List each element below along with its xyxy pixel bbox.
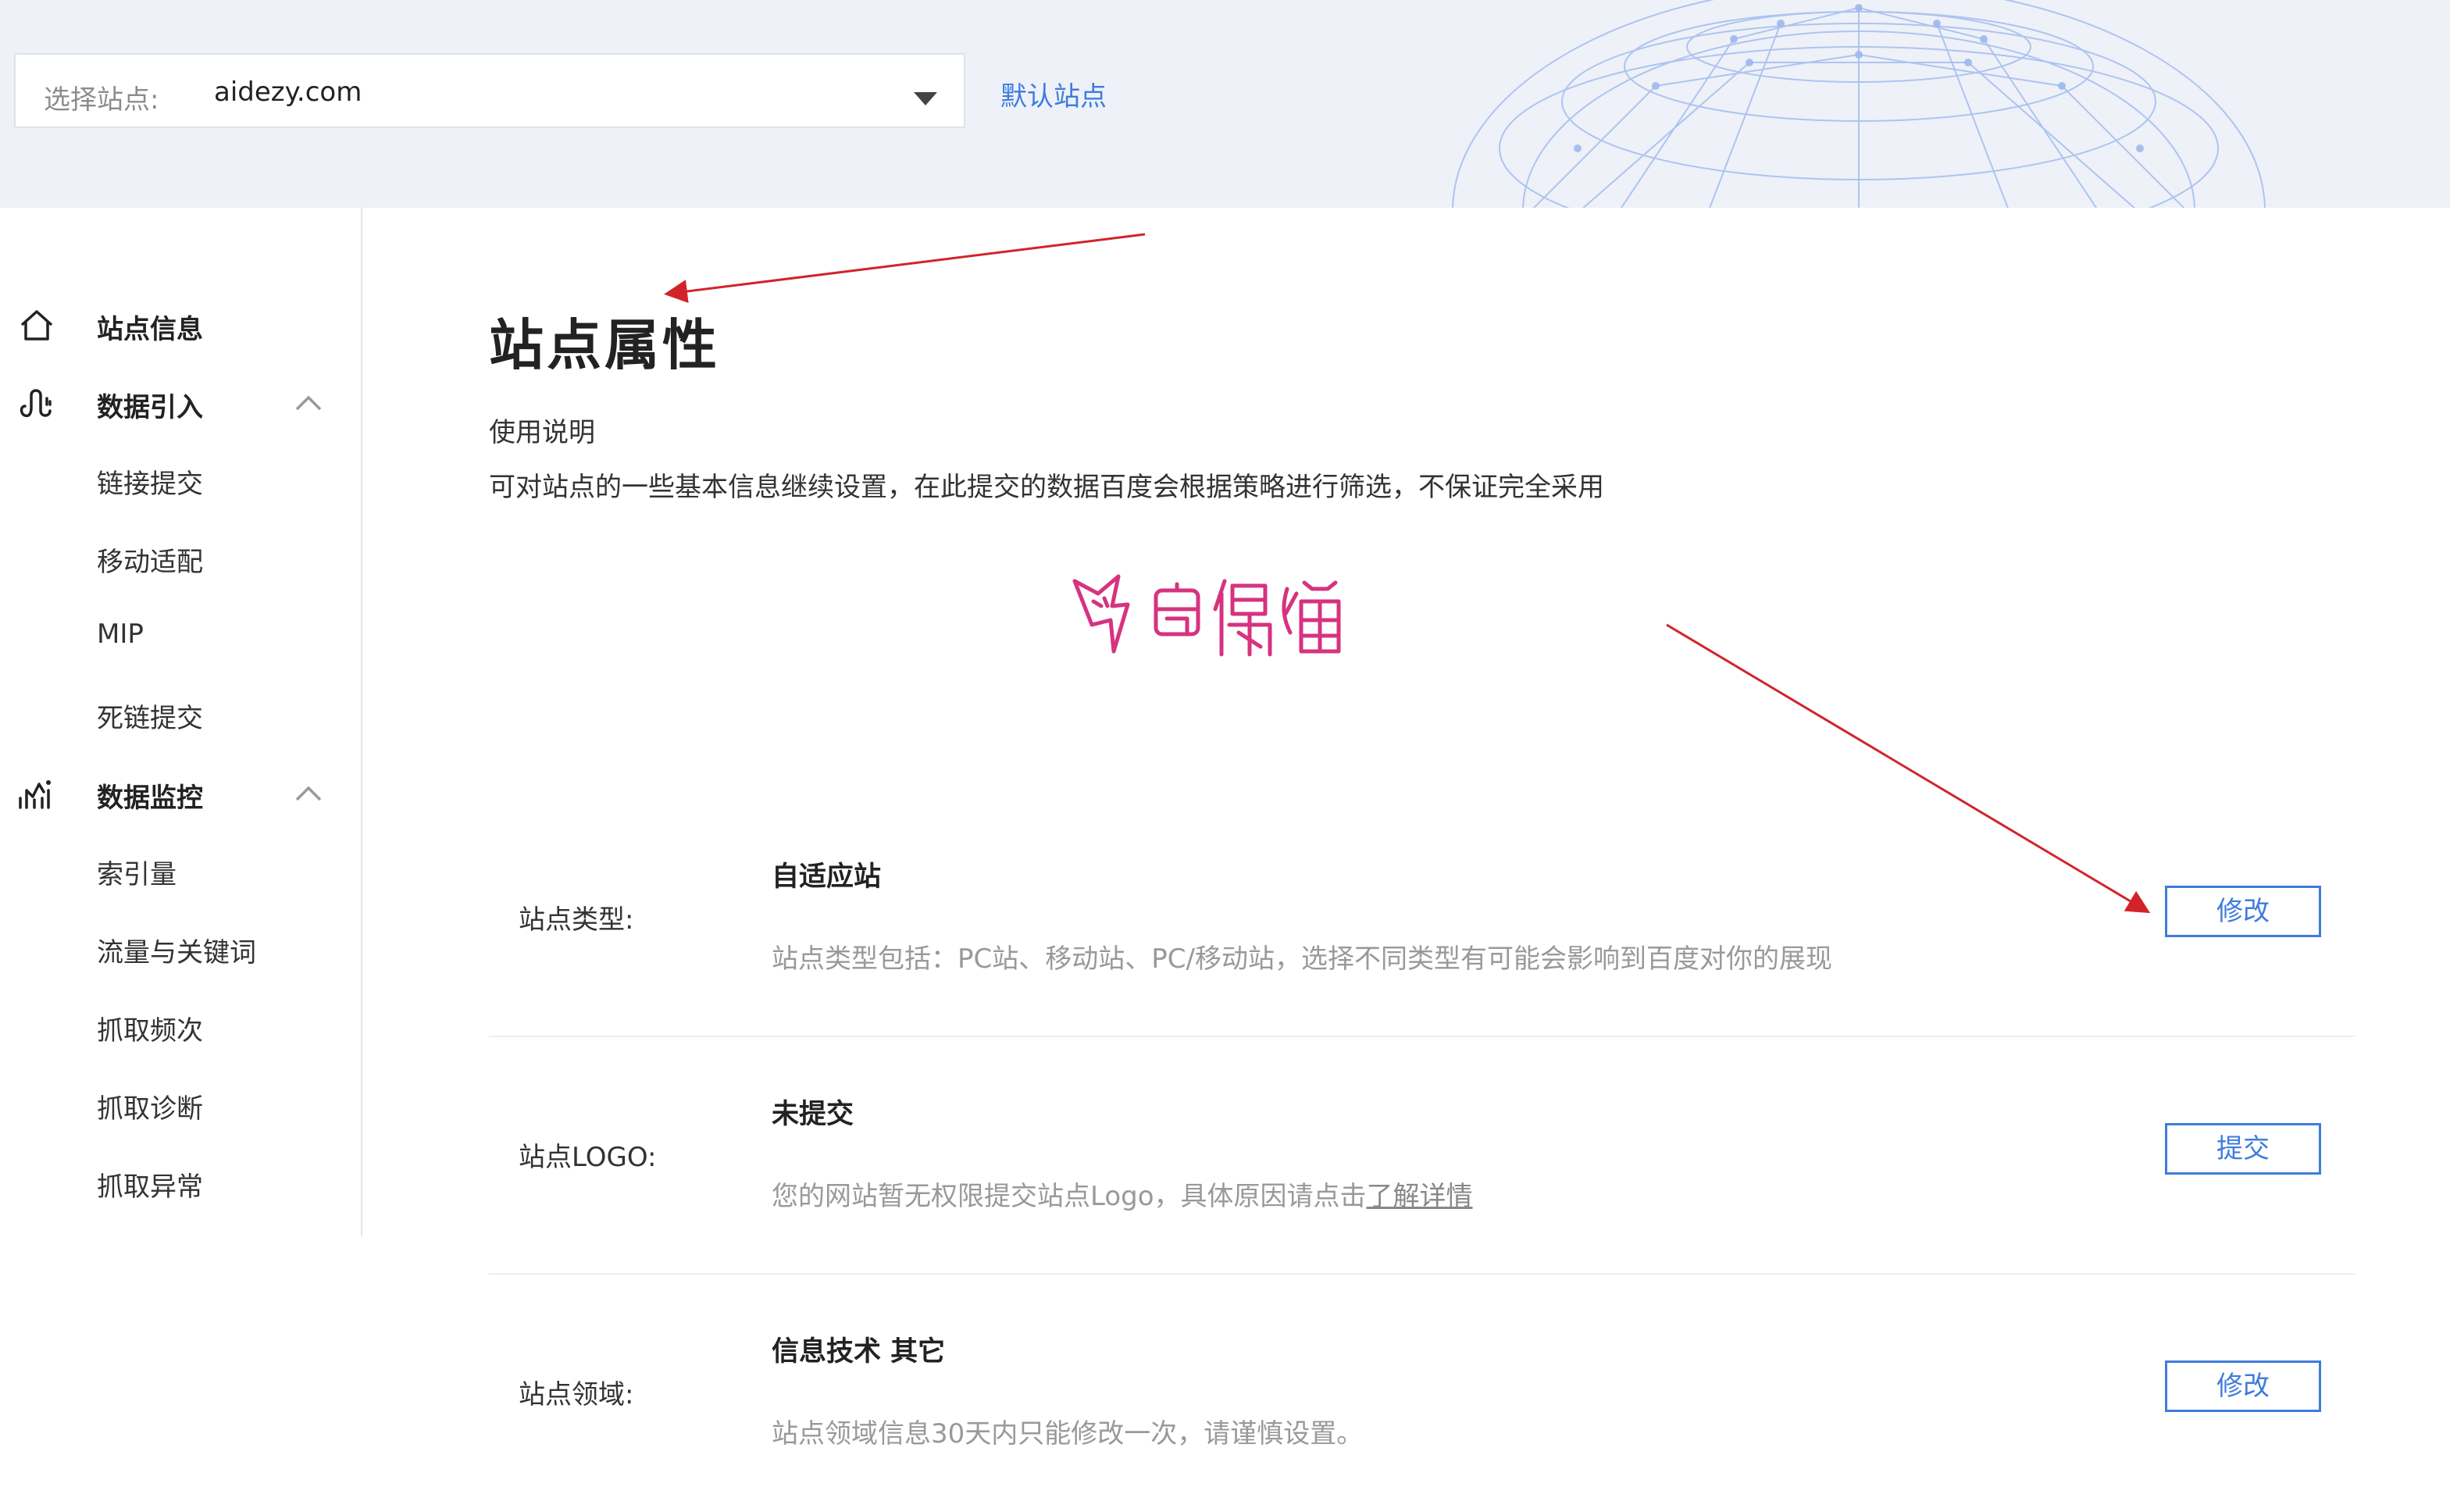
sidebar-group-label: 数据监控 (97, 783, 203, 814)
property-row-site-domain: 站点领域: 信息技术 其它 站点领域信息30天内只能修改一次，请谨慎设置。 修改 (489, 1275, 2355, 1512)
property-description: 您的网站暂无权限提交站点Logo，具体原因请点击了解详情 (772, 1175, 1473, 1213)
property-value: 自适应站 (772, 861, 882, 893)
modify-site-domain-button[interactable]: 修改 (2165, 1360, 2321, 1412)
sidebar-item-crawl-diagnosis[interactable]: 抓取诊断 (97, 1087, 203, 1125)
caret-down-icon[interactable] (914, 92, 937, 105)
sidebar-item-link-submit[interactable]: 链接提交 (97, 462, 203, 501)
sidebar-item-mip[interactable]: MIP (97, 619, 144, 650)
property-row-site-logo: 站点LOGO: 未提交 您的网站暂无权限提交站点Logo，具体原因请点击了解详情… (489, 1037, 2355, 1275)
property-label: 站点领域: (519, 1379, 634, 1410)
globe-decoration (1452, 0, 2266, 208)
learn-more-link[interactable]: 了解详情 (1367, 1181, 1473, 1212)
page-title: 站点属性 (489, 313, 720, 377)
main-content: 站点属性 使用说明 可对站点的一些基本信息继续设置，在此提交的数据百度会根据策略… (364, 208, 2450, 1450)
sidebar-item-crawl-frequency[interactable]: 抓取频次 (97, 1009, 203, 1047)
top-banner: 选择站点: aidezy.com 默认站点 (0, 0, 2450, 208)
modify-site-type-button[interactable]: 修改 (2165, 886, 2321, 937)
chart-icon (19, 780, 51, 809)
site-select-dropdown[interactable]: 选择站点: aidezy.com (14, 53, 965, 128)
property-label: 站点LOGO: (519, 1142, 657, 1173)
chevron-up-icon[interactable] (294, 781, 323, 804)
site-select-label: 选择站点: (44, 84, 159, 116)
sidebar-group-data-import[interactable]: 数据引入 (0, 378, 362, 425)
chevron-up-icon[interactable] (294, 390, 323, 414)
usage-description: 可对站点的一些基本信息继续设置，在此提交的数据百度会根据策略进行筛选，不保证完全… (489, 472, 1604, 503)
site-select-value: aidezy.com (214, 77, 362, 108)
usage-title: 使用说明 (489, 417, 595, 448)
submit-logo-button[interactable]: 提交 (2165, 1123, 2321, 1175)
property-value: 未提交 (772, 1099, 854, 1130)
sidebar-item-label: 站点信息 (97, 314, 203, 345)
sidebar: 站点信息 数据引入 链接提交 移动适配 MIP 死链提交 数据监控 索引量 流量… (0, 208, 362, 1236)
watermark-logo (1072, 574, 1341, 657)
default-site-link[interactable]: 默认站点 (1000, 75, 1107, 113)
sidebar-item-dead-link[interactable]: 死链提交 (97, 697, 203, 735)
sidebar-item-index-volume[interactable]: 索引量 (97, 853, 177, 891)
sidebar-group-data-monitor[interactable]: 数据监控 (0, 768, 362, 815)
property-row-site-type: 站点类型: 自适应站 站点类型包括：PC站、移动站、PC/移动站，选择不同类型有… (489, 800, 2355, 1037)
sidebar-item-mobile-adapt[interactable]: 移动适配 (97, 540, 203, 579)
sidebar-group-label: 数据引入 (97, 392, 203, 423)
property-description-text: 您的网站暂无权限提交站点Logo，具体原因请点击 (772, 1181, 1367, 1212)
home-icon (20, 310, 53, 341)
sidebar-item-site-info[interactable]: 站点信息 (0, 300, 362, 347)
property-description: 站点领域信息30天内只能修改一次，请谨慎设置。 (772, 1418, 1364, 1450)
property-description: 站点类型包括：PC站、移动站、PC/移动站，选择不同类型有可能会影响到百度对你的… (772, 943, 1832, 975)
data-import-icon (20, 389, 52, 418)
sidebar-item-traffic-keywords[interactable]: 流量与关键词 (97, 931, 256, 969)
sidebar-item-crawl-errors[interactable]: 抓取异常 (97, 1165, 203, 1204)
property-label: 站点类型: (519, 904, 634, 936)
property-value: 信息技术 其它 (772, 1336, 946, 1368)
